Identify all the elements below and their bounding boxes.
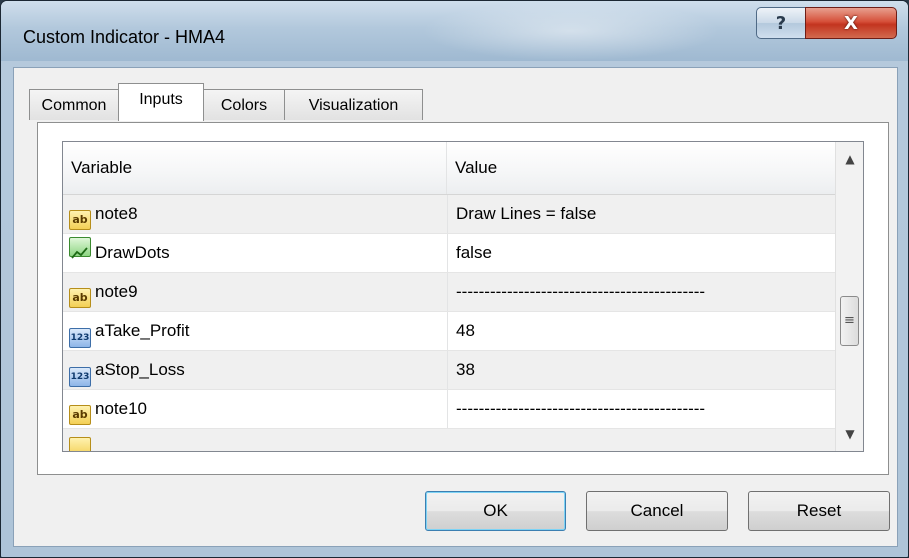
integer-type-icon: 123 — [69, 328, 91, 348]
close-button[interactable]: X — [805, 7, 897, 39]
value-cell[interactable]: 48 — [447, 312, 835, 350]
vertical-scrollbar[interactable]: ▲ ≡ ▼ — [835, 142, 863, 451]
table-row[interactable]: 123 aStop_Loss 38 — [63, 351, 835, 390]
tab-common[interactable]: Common — [29, 89, 119, 120]
column-header-value[interactable]: Value — [447, 142, 835, 194]
variable-name: note9 — [95, 282, 138, 301]
variable-name: aTake_Profit — [95, 321, 190, 340]
integer-type-icon: 123 — [69, 367, 91, 387]
string-type-icon — [69, 437, 91, 451]
table-row[interactable]: ab note9 --------------------------------… — [63, 273, 835, 312]
window-title: Custom Indicator - HMA4 — [23, 27, 226, 47]
scroll-up-arrow-icon[interactable]: ▲ — [836, 144, 863, 174]
title-glow — [421, 1, 721, 61]
value-cell[interactable]: 38 — [447, 351, 835, 389]
value-cell[interactable]: false — [447, 234, 835, 272]
scroll-down-arrow-icon[interactable]: ▼ — [836, 419, 863, 449]
title-bar[interactable]: Custom Indicator - HMA4 ? X — [1, 1, 908, 61]
value-cell[interactable]: ----------------------------------------… — [447, 273, 835, 311]
table-row[interactable]: ab note10 -------------------------------… — [63, 390, 835, 429]
help-button[interactable]: ? — [756, 7, 806, 39]
variable-name: DrawDots — [95, 243, 170, 262]
string-type-icon: ab — [69, 210, 91, 230]
table-row[interactable]: ab note8 Draw Lines = false — [63, 195, 835, 234]
table-row-partial[interactable] — [63, 429, 835, 451]
column-header-variable[interactable]: Variable — [63, 142, 447, 194]
variable-name: note8 — [95, 204, 138, 223]
string-type-icon: ab — [69, 288, 91, 308]
string-type-icon: ab — [69, 405, 91, 425]
ok-button[interactable]: OK — [425, 491, 566, 531]
table-row[interactable]: DrawDots false — [63, 234, 835, 273]
reset-button[interactable]: Reset — [748, 491, 890, 531]
boolean-type-icon — [69, 237, 91, 259]
tab-visualization[interactable]: Visualization — [284, 89, 423, 120]
cancel-button[interactable]: Cancel — [586, 491, 728, 531]
table-row[interactable]: 123 aTake_Profit 48 — [63, 312, 835, 351]
variable-name: aStop_Loss — [95, 360, 185, 379]
grid-header: Variable Value — [63, 142, 835, 195]
inputs-grid: Variable Value ab note8 Draw Lines = fals… — [62, 141, 864, 452]
dialog-window: Custom Indicator - HMA4 ? X Common Input… — [0, 0, 909, 558]
value-cell[interactable]: Draw Lines = false — [447, 195, 835, 233]
scrollbar-thumb[interactable]: ≡ — [840, 296, 859, 346]
tab-inputs[interactable]: Inputs — [118, 83, 204, 121]
value-cell[interactable]: ----------------------------------------… — [447, 390, 835, 428]
variable-name: note10 — [95, 399, 147, 418]
tab-colors[interactable]: Colors — [203, 89, 285, 120]
